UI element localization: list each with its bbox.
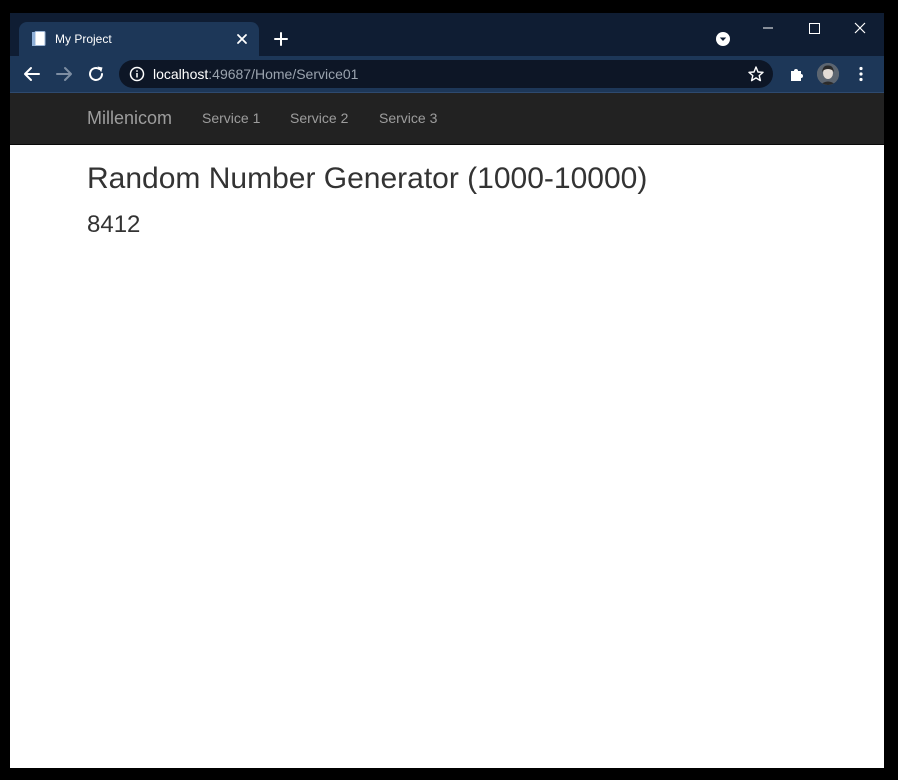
tab-search-icon[interactable] [715,31,731,47]
browser-toolbar: localhost:49687/Home/Service01 [10,56,884,93]
info-icon[interactable] [129,66,145,82]
main-content: Random Number Generator (1000-10000) 841… [87,161,847,239]
minimize-icon[interactable] [745,13,791,43]
url-host: localhost [153,66,209,82]
close-icon[interactable] [233,30,251,48]
page-icon [31,31,47,47]
avatar[interactable] [817,63,839,85]
reload-icon[interactable] [84,62,108,86]
site-navbar: Millenicom Service 1 Service 2 Service 3 [10,93,884,145]
arrow-left-icon[interactable] [20,62,44,86]
url-path: :49687/Home/Service01 [208,66,359,82]
url-text: localhost:49687/Home/Service01 [153,66,358,82]
tab-strip: My Project [10,13,884,56]
address-bar[interactable]: localhost:49687/Home/Service01 [119,60,773,88]
random-number-result: 8412 [87,211,141,238]
nav-link-service-3[interactable]: Service 3 [379,110,437,126]
kebab-menu-icon[interactable] [849,62,873,86]
nav-link-service-1[interactable]: Service 1 [202,110,260,126]
nav-link-service-2[interactable]: Service 2 [290,110,348,126]
brand-link[interactable]: Millenicom [87,108,172,128]
close-window-icon[interactable] [837,13,883,43]
page-title: Random Number Generator (1000-10000) [87,162,648,195]
browser-window: My Project localhost:49687/Home/Service0… [10,13,884,768]
tab-title: My Project [55,32,112,46]
arrow-right-icon[interactable] [52,62,76,86]
maximize-icon[interactable] [791,13,837,43]
puzzle-icon[interactable] [785,62,809,86]
browser-tab[interactable]: My Project [19,22,259,56]
plus-icon[interactable] [270,28,292,50]
star-icon[interactable] [747,65,765,83]
